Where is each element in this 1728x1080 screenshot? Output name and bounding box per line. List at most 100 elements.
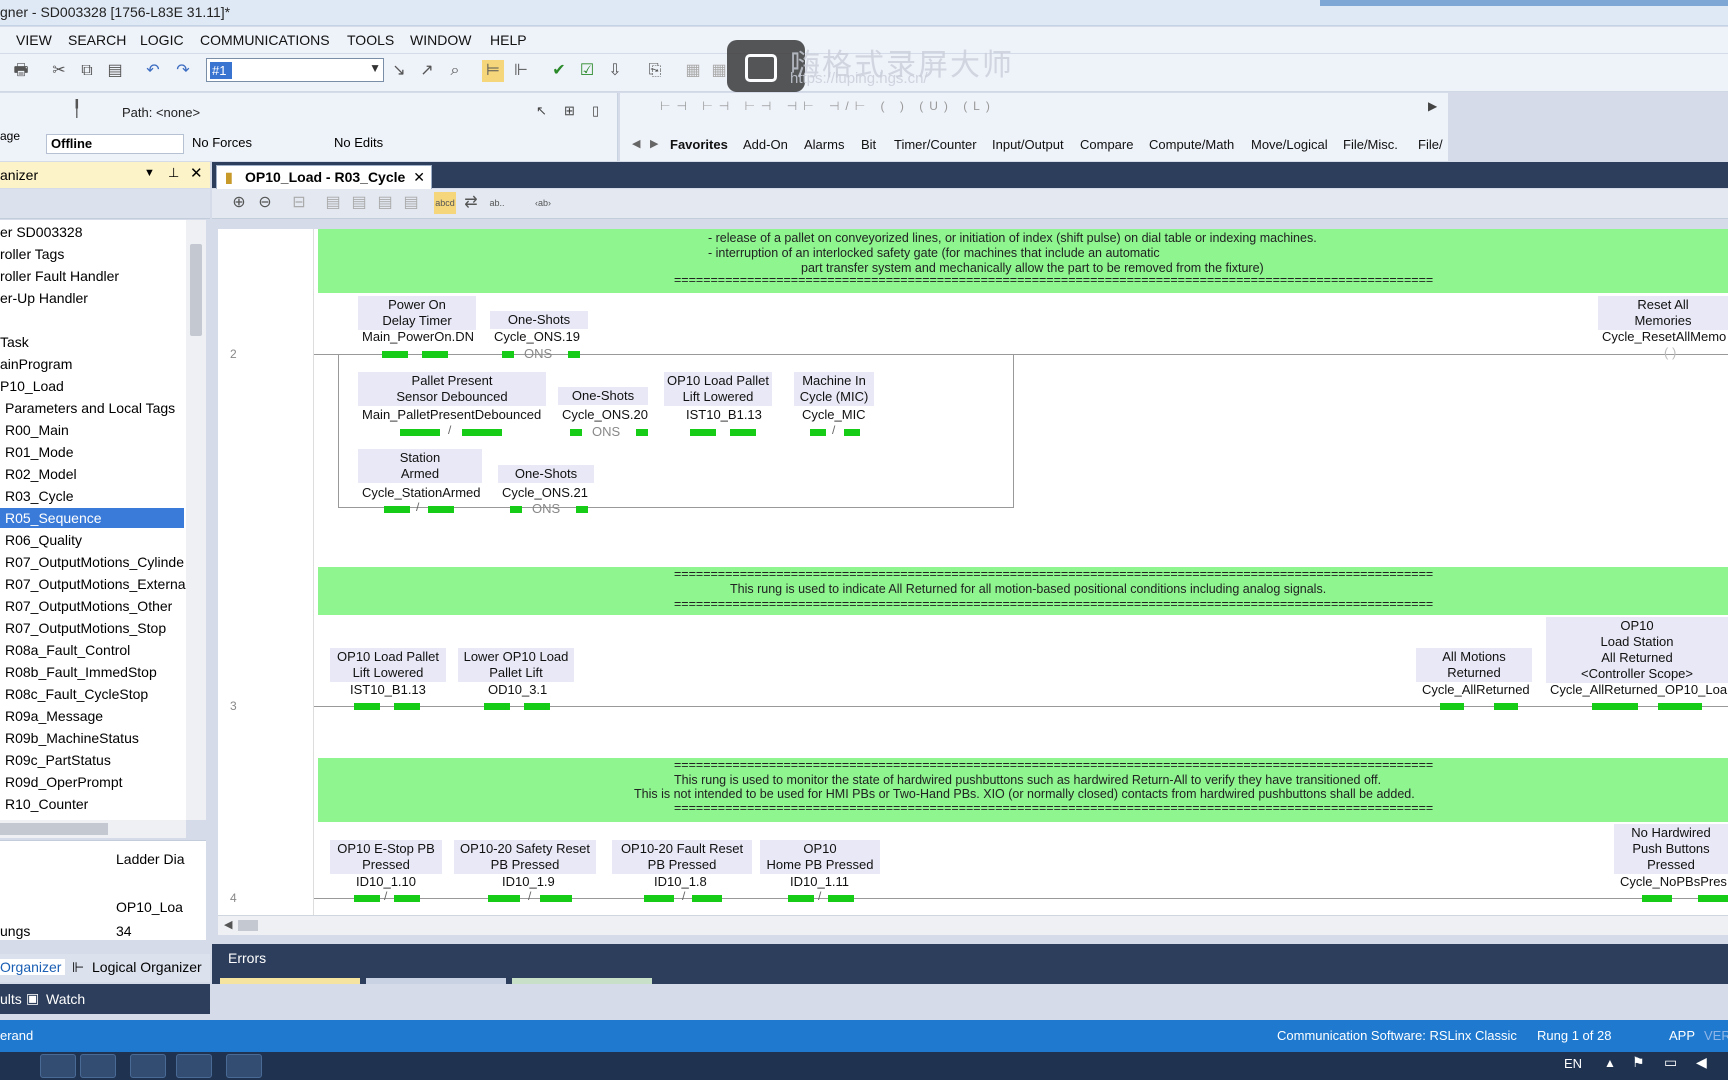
toggle-tags-icon[interactable]: ⇄ <box>460 192 482 214</box>
chevron-down-icon[interactable]: ▼ <box>369 61 381 75</box>
tab-move-logical[interactable]: Move/Logical <box>1251 137 1328 152</box>
close-icon[interactable]: ✕ <box>190 164 203 182</box>
tag-name[interactable]: Cycle_AllReturned_OP10_Loa <box>1550 682 1727 697</box>
network-icon[interactable]: ⊞ <box>564 103 575 119</box>
tag-name[interactable]: Cycle_StationArmed <box>362 485 481 500</box>
tag-name[interactable]: ID10_1.8 <box>654 874 707 889</box>
tab-timer-counter[interactable]: Timer/Counter <box>894 137 977 152</box>
search-results-tab[interactable] <box>366 978 506 984</box>
tree-item[interactable]: R01_Mode <box>0 442 74 462</box>
xio-contact[interactable]: / <box>788 889 856 903</box>
tree-view-icon[interactable]: ⊨ <box>482 60 504 82</box>
tree-item[interactable]: R00_Main <box>0 420 69 440</box>
tag-name[interactable]: IST10_B1.13 <box>686 407 762 422</box>
tree-item[interactable]: R08a_Fault_Control <box>0 640 130 660</box>
print-icon[interactable]: 🖶 <box>10 60 32 82</box>
tab-bit[interactable]: Bit <box>861 137 876 152</box>
xio-contact[interactable]: / <box>400 423 506 437</box>
oti-coil[interactable] <box>1440 703 1520 711</box>
tab-results[interactable]: ults <box>0 991 22 1007</box>
tree-item[interactable]: roller Tags <box>0 244 64 264</box>
tab-file-shift[interactable]: File/ <box>1418 137 1443 152</box>
xic-contact[interactable] <box>690 429 756 437</box>
tree-item[interactable]: R09a_Message <box>0 706 103 726</box>
ote-coil[interactable] <box>1592 703 1702 711</box>
xic-contact[interactable] <box>354 703 420 711</box>
xio-contact[interactable]: / <box>354 889 420 903</box>
tab-input-output[interactable]: Input/Output <box>992 137 1064 152</box>
volume-icon[interactable]: ◀ <box>1696 1054 1707 1071</box>
menu-communications[interactable]: COMMUNICATIONS <box>200 32 330 48</box>
tray-up-icon[interactable]: ▲ <box>1604 1056 1616 1070</box>
tab-compute-math[interactable]: Compute/Math <box>1149 137 1234 152</box>
tab-left-icon[interactable]: ◀ <box>632 137 640 150</box>
tag-name[interactable]: IST10_B1.13 <box>350 682 426 697</box>
tree-item[interactable]: roller Fault Handler <box>0 266 119 286</box>
tag-name[interactable]: OD10_3.1 <box>488 682 547 697</box>
cut-icon[interactable]: ✂ <box>48 60 70 82</box>
menu-search[interactable]: SEARCH <box>68 32 126 48</box>
menu-window[interactable]: WINDOW <box>410 32 471 48</box>
tab-watch[interactable]: Watch <box>46 991 85 1007</box>
errors-tab[interactable] <box>220 978 360 984</box>
ote-coil[interactable] <box>1642 895 1728 903</box>
show-description-icon[interactable]: abcd <box>434 192 456 214</box>
tree-item[interactable]: er SD003328 <box>0 222 83 242</box>
app-icon[interactable] <box>80 1054 116 1078</box>
tree-horizontal-scrollbar[interactable] <box>0 820 186 838</box>
forces-field[interactable]: No Forces <box>188 134 326 154</box>
xio-contact[interactable]: / <box>488 889 572 903</box>
watch-tab[interactable] <box>512 978 652 984</box>
zoom-in-icon[interactable]: ⊕ <box>228 192 250 214</box>
xio-contact[interactable]: / <box>810 423 866 437</box>
tree-item[interactable]: Parameters and Local Tags <box>0 398 175 418</box>
goto-combo[interactable]: #1 ▼ <box>206 58 384 82</box>
ladder-horizontal-scrollbar[interactable]: ◀ <box>218 915 1728 935</box>
copy-icon[interactable]: ⧉ <box>76 60 98 82</box>
tag-name[interactable]: ID10_1.11 <box>790 874 849 889</box>
mode-field[interactable]: Offline <box>46 134 184 154</box>
path-tool-icon[interactable]: ↖ <box>536 103 547 119</box>
coil-output[interactable]: ( ) <box>1664 345 1676 360</box>
ab-icon[interactable]: ‹ab› <box>532 192 554 214</box>
tab-alarms[interactable]: Alarms <box>804 137 844 152</box>
tree-item[interactable]: R02_Model <box>0 464 77 484</box>
operand-icon[interactable]: ab.. <box>486 192 508 214</box>
tree-item[interactable]: R03_Cycle <box>0 486 73 506</box>
verify-icon[interactable]: ✔ <box>548 60 570 82</box>
tag-name[interactable]: ID10_1.10 <box>356 874 416 889</box>
menu-logic[interactable]: LOGIC <box>140 32 184 48</box>
menu-tools[interactable]: TOOLS <box>347 32 394 48</box>
tag-name[interactable]: Cycle_MIC <box>802 407 866 422</box>
tag-name[interactable]: Cycle_NoPBsPres <box>1620 874 1727 889</box>
tree-vertical-scrollbar[interactable] <box>186 220 206 820</box>
language-indicator[interactable]: EN <box>1564 1056 1582 1071</box>
tree-item[interactable]: R07_OutputMotions_Externa <box>0 574 186 594</box>
tag-name[interactable]: Main_PowerOn.DN <box>362 329 474 344</box>
tag-name[interactable]: Cycle_ONS.21 <box>502 485 588 500</box>
pin-icon[interactable]: ⊥ <box>168 165 179 181</box>
menu-help[interactable]: HELP <box>490 32 527 48</box>
tag-name[interactable]: Cycle_AllReturned <box>1422 682 1530 697</box>
tree-item[interactable]: R08b_Fault_ImmedStop <box>0 662 157 682</box>
xref-icon[interactable]: ⊩ <box>510 60 532 82</box>
tree-item[interactable]: R07_OutputMotions_Cylinde <box>0 552 184 572</box>
tab-organizer[interactable]: Organizer <box>0 959 66 975</box>
verify-controller-icon[interactable]: ☑ <box>576 60 598 82</box>
tag-name[interactable]: Main_PalletPresentDebounced <box>362 407 541 422</box>
xio-contact[interactable]: / <box>644 889 722 903</box>
tag-name[interactable]: Cycle_ONS.19 <box>494 329 580 344</box>
xic-contact[interactable] <box>484 703 550 711</box>
zoom-out-icon[interactable]: ⊖ <box>254 192 276 214</box>
editor-tab[interactable]: ▮ OP10_Load - R03_Cycle ✕ <box>216 165 432 189</box>
explorer-icon[interactable] <box>40 1054 76 1078</box>
undo-icon[interactable]: ↶ <box>142 60 164 82</box>
scroll-thumb-h[interactable] <box>0 823 108 835</box>
tool-app-icon[interactable] <box>176 1054 212 1078</box>
tag-name[interactable]: Cycle_ONS.20 <box>562 407 648 422</box>
scroll-right-icon[interactable]: ▶ <box>1428 99 1437 113</box>
tag-name[interactable]: Cycle_ResetAllMemo <box>1602 329 1726 344</box>
edits-field[interactable]: No Edits <box>330 134 468 154</box>
scroll-left-icon[interactable]: ◀ <box>224 918 232 931</box>
tree-item[interactable]: P10_Load <box>0 376 64 396</box>
